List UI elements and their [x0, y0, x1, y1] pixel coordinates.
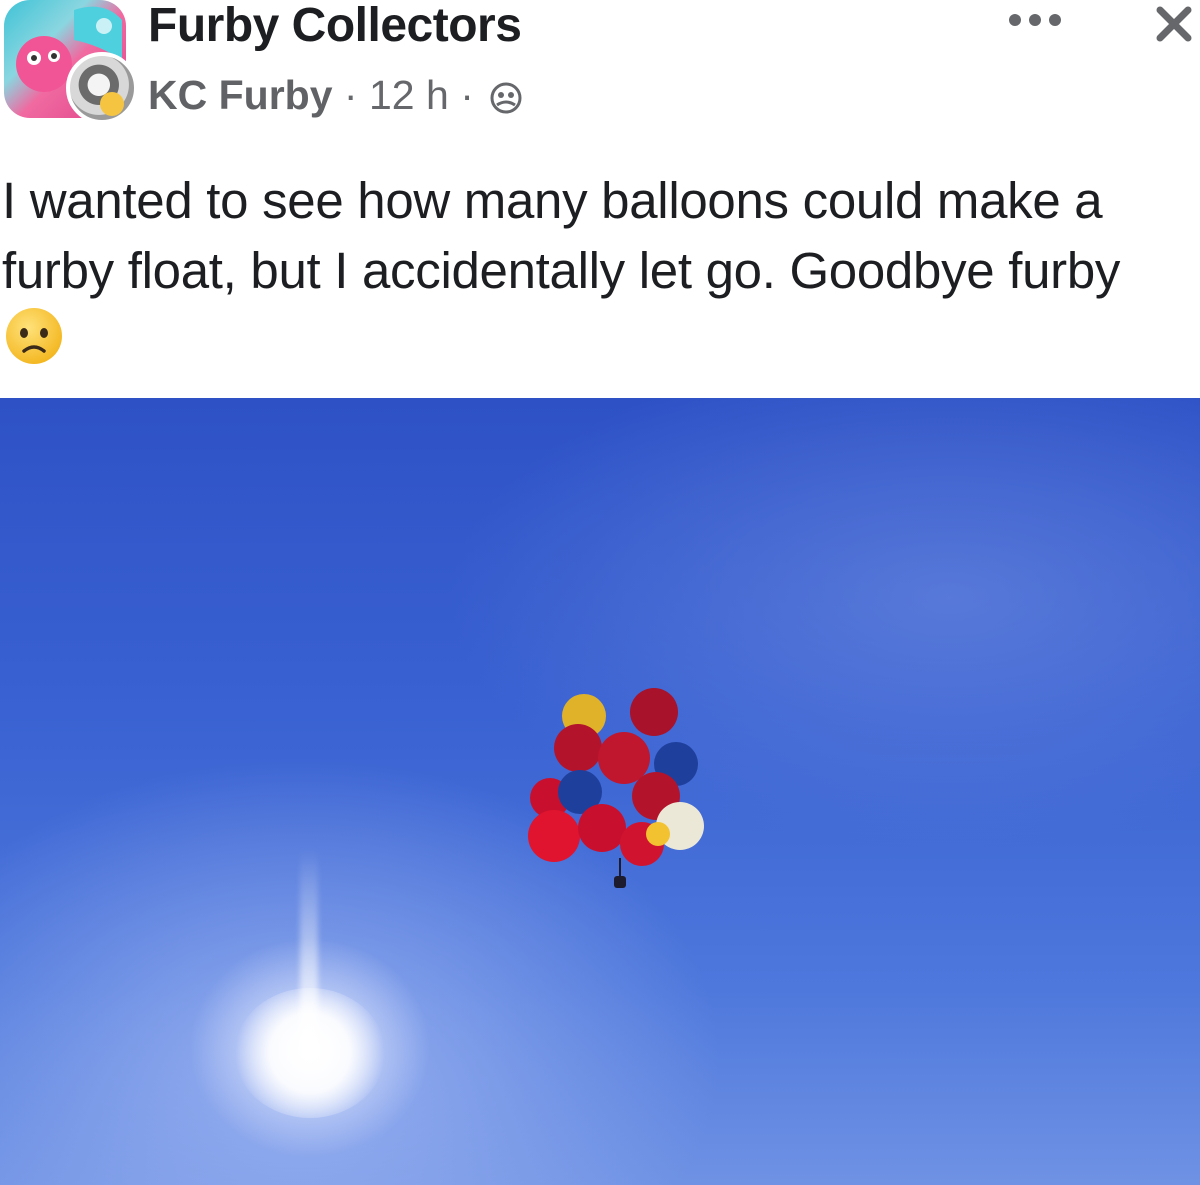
sad-face-emoji: [6, 308, 62, 364]
close-icon[interactable]: [1154, 4, 1194, 44]
group-members-icon[interactable]: [489, 81, 523, 115]
author-avatar[interactable]: [66, 52, 138, 124]
sun-glare: [235, 988, 385, 1118]
furby-silhouette: [614, 876, 626, 888]
post-text: I wanted to see how many balloons could …: [2, 172, 1121, 299]
meta-separator: ·: [343, 72, 358, 118]
post-header: Furby Collectors KC Furby · 12 h ·: [0, 0, 1200, 130]
post-timestamp[interactable]: 12 h: [369, 72, 449, 118]
post-meta: KC Furby · 12 h ·: [148, 70, 523, 120]
balloon-cluster: [528, 688, 704, 888]
author-name-link[interactable]: KC Furby: [148, 72, 333, 118]
avatar-stack[interactable]: [4, 0, 138, 128]
group-name-link[interactable]: Furby Collectors: [148, 0, 522, 52]
post-photo[interactable]: [0, 398, 1200, 1185]
meta-separator: ·: [460, 72, 474, 118]
more-options-icon[interactable]: [1005, 12, 1065, 28]
